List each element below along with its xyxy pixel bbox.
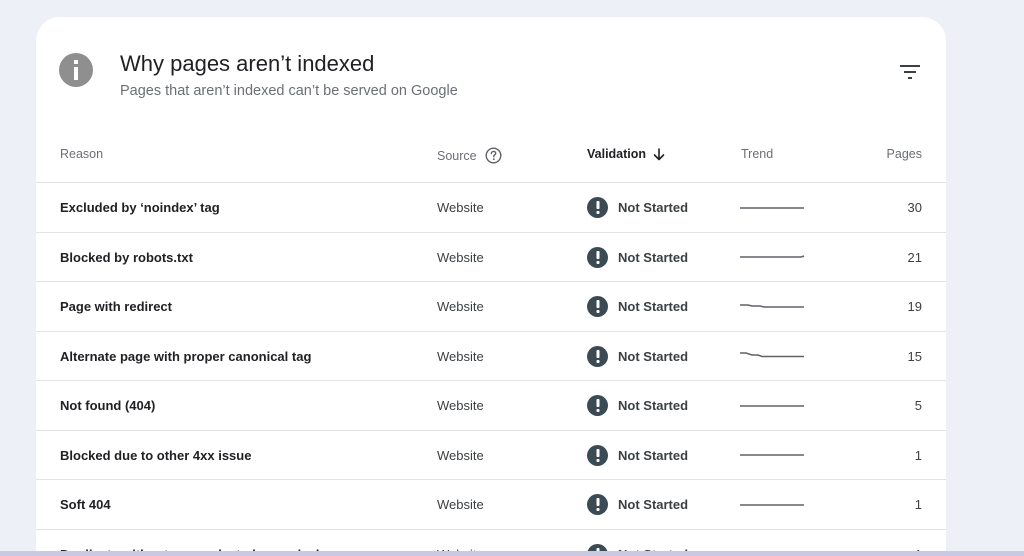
table-row[interactable]: Alternate page with proper canonical tag… [36, 332, 946, 381]
validation-cell: Not Started [587, 332, 688, 381]
indexing-report-card: Why pages aren’t indexed Pages that aren… [36, 17, 946, 556]
validation-cell: Not Started [587, 381, 688, 430]
arrow-down-icon [653, 147, 665, 161]
pages-cell: 19 [907, 299, 922, 314]
table-row[interactable]: Excluded by ‘noindex’ tag Website Not St… [36, 183, 946, 233]
column-header-trend-label: Trend [741, 147, 774, 161]
pages-cell: 1 [914, 497, 922, 512]
page-subtitle: Pages that aren’t indexed can’t be serve… [120, 83, 458, 99]
pages-cell: 5 [914, 398, 922, 413]
table-header: Reason Source Validation Trend Pages [36, 133, 946, 183]
column-header-reason-label: Reason [60, 147, 104, 161]
validation-status: Not Started [618, 348, 689, 364]
page-title: Why pages aren’t indexed [120, 51, 375, 76]
trend-cell [740, 233, 806, 282]
help-icon[interactable] [485, 147, 502, 164]
reason-cell: Soft 404 [60, 497, 111, 512]
trend-cell [740, 183, 806, 232]
column-header-source-label: Source [437, 148, 477, 163]
trend-cell [740, 431, 806, 480]
validation-status: Not Started [618, 398, 689, 413]
validation-status: Not Started [618, 200, 689, 215]
trend-sparkline [740, 255, 805, 258]
validation-cell: Not Started [587, 282, 688, 331]
validation-cell: Not Started [587, 431, 688, 480]
alert-icon [587, 345, 608, 367]
column-header-reason[interactable]: Reason [60, 147, 103, 161]
alert-icon [587, 296, 608, 317]
trend-cell [740, 381, 806, 430]
table-row[interactable]: Blocked by robots.txt Website Not Starte… [36, 233, 946, 282]
column-header-validation-label: Validation [587, 147, 647, 161]
table-row[interactable]: Not found (404) Website Not Started 5 [36, 381, 946, 431]
source-cell: Website [437, 447, 484, 463]
trend-sparkline [740, 352, 804, 358]
column-header-validation[interactable]: Validation [587, 147, 665, 161]
filter-button[interactable] [896, 60, 924, 88]
trend-sparkline [740, 404, 804, 407]
reason-cell: Not found (404) [60, 398, 156, 413]
source-cell: Website [437, 497, 484, 512]
alert-icon [587, 444, 608, 466]
column-header-source[interactable]: Source [437, 147, 502, 164]
alert-icon [587, 494, 608, 515]
info-icon [59, 53, 93, 87]
pages-cell: 30 [907, 200, 922, 215]
column-header-pages-label: Pages [886, 147, 922, 161]
validation-cell: Not Started [587, 480, 688, 529]
source-cell: Website [437, 348, 484, 364]
validation-status: Not Started [618, 447, 689, 463]
bottom-edge [0, 551, 1024, 556]
reason-cell: Alternate page with proper canonical tag [60, 348, 312, 364]
table-row[interactable]: Page with redirect Website Not Started 1… [36, 282, 946, 332]
reason-cell: Blocked by robots.txt [60, 249, 193, 265]
source-cell: Website [437, 249, 484, 265]
reason-cell: Excluded by ‘noindex’ tag [60, 200, 220, 215]
table-body: Excluded by ‘noindex’ tag Website Not St… [36, 183, 946, 556]
trend-cell [740, 480, 806, 529]
validation-status: Not Started [618, 299, 689, 314]
trend-cell [740, 282, 806, 331]
table-row[interactable]: Blocked due to other 4xx issue Website N… [36, 431, 946, 480]
reason-cell: Blocked due to other 4xx issue [60, 447, 252, 463]
column-header-trend: Trend [741, 147, 773, 161]
trend-sparkline [740, 503, 804, 506]
pages-cell: 15 [907, 348, 922, 364]
source-cell: Website [437, 200, 484, 215]
validation-status: Not Started [618, 497, 689, 512]
trend-sparkline [740, 454, 804, 456]
trend-sparkline [740, 206, 804, 209]
validation-status: Not Started [618, 249, 689, 265]
alert-icon [587, 395, 608, 416]
alert-icon [587, 246, 608, 268]
column-header-pages[interactable]: Pages [887, 147, 922, 161]
validation-cell: Not Started [587, 183, 688, 232]
alert-icon [587, 197, 608, 218]
trend-cell [740, 332, 806, 381]
validation-cell: Not Started [587, 233, 688, 282]
source-cell: Website [437, 398, 484, 413]
table-row[interactable]: Soft 404 Website Not Started 1 [36, 480, 946, 530]
pages-cell: 1 [914, 447, 922, 463]
trend-sparkline [740, 303, 804, 308]
pages-cell: 21 [907, 249, 922, 265]
reason-cell: Page with redirect [60, 299, 172, 314]
filter-icon [900, 64, 920, 84]
source-cell: Website [437, 299, 484, 314]
